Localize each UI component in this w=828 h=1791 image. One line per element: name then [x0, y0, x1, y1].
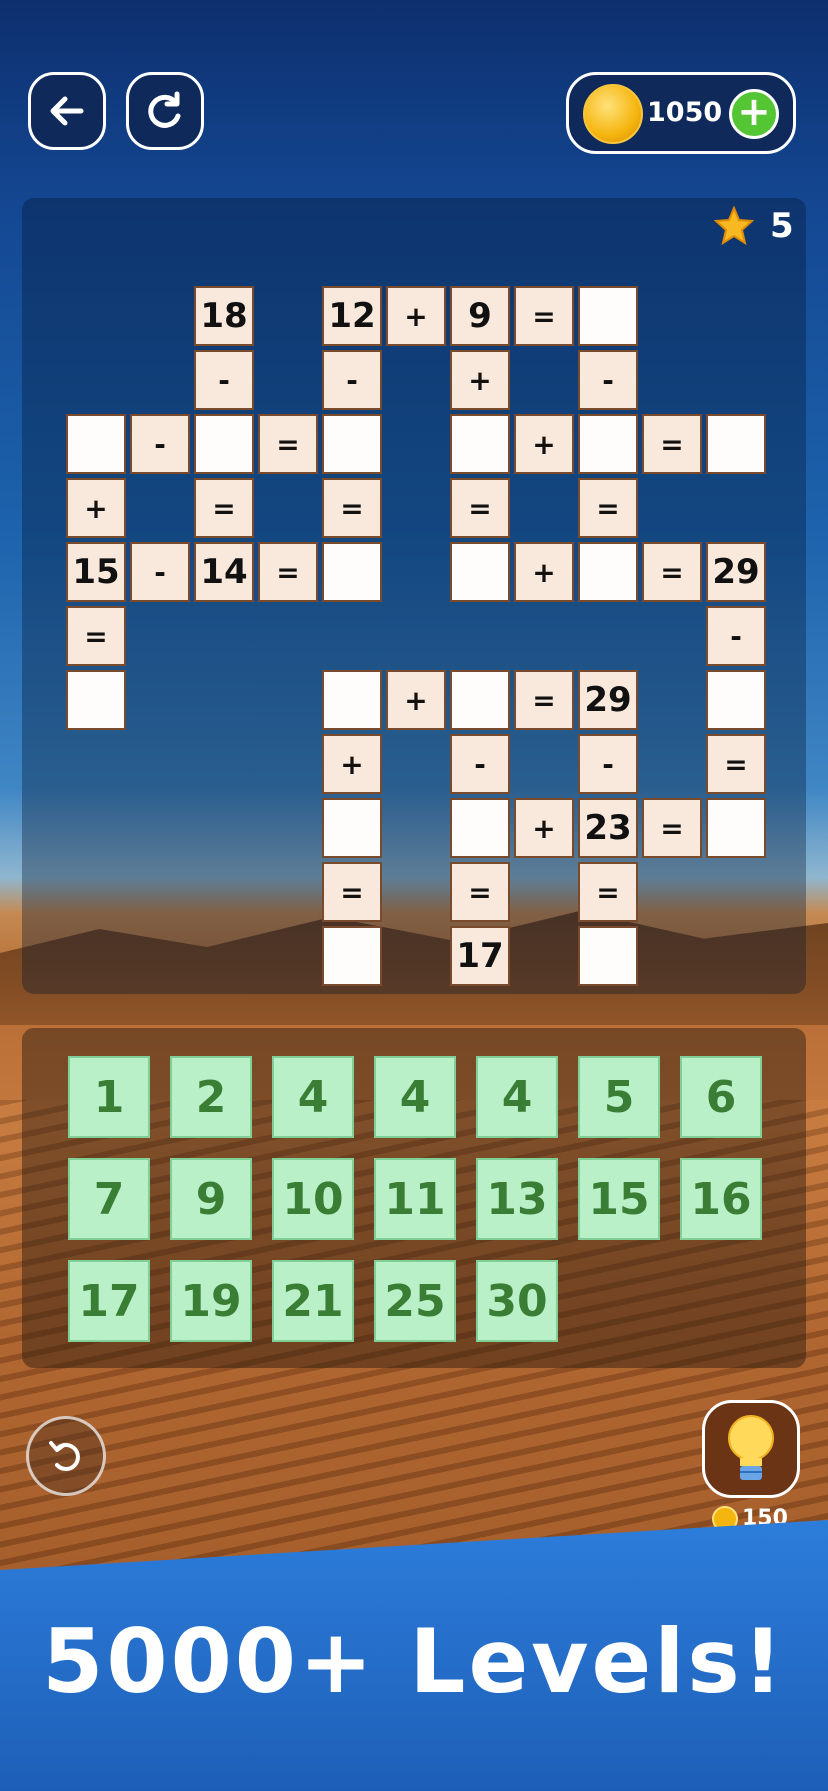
- grid-cell-number: 9: [450, 286, 510, 346]
- number-tile[interactable]: 4: [272, 1056, 354, 1138]
- number-tile[interactable]: 10: [272, 1158, 354, 1240]
- grid-cell-operator: =: [258, 542, 318, 602]
- number-tile[interactable]: 25: [374, 1260, 456, 1342]
- grid-cell-operator: =: [66, 606, 126, 666]
- grid-cell-operator: =: [642, 798, 702, 858]
- promo-banner-text: 5000+ Levels!: [42, 1610, 786, 1713]
- grid-cell-operator: +: [66, 478, 126, 538]
- grid-cell-empty[interactable]: [450, 414, 510, 474]
- grid-cell-empty[interactable]: [322, 926, 382, 986]
- undo-button[interactable]: [26, 1416, 106, 1496]
- number-tile[interactable]: 13: [476, 1158, 558, 1240]
- grid-cell-empty[interactable]: [578, 926, 638, 986]
- restart-icon: [148, 91, 181, 128]
- number-tile[interactable]: 1: [68, 1056, 150, 1138]
- coin-icon: [583, 84, 643, 144]
- grid-cell-empty[interactable]: [322, 798, 382, 858]
- star-icon: [714, 206, 754, 246]
- number-tile[interactable]: 2: [170, 1056, 252, 1138]
- grid-cell-operator: -: [578, 734, 638, 794]
- grid-cell-empty[interactable]: [578, 542, 638, 602]
- grid-cell-operator: -: [578, 350, 638, 410]
- grid-cell-operator: -: [706, 606, 766, 666]
- grid-cell-number: 12: [322, 286, 382, 346]
- grid-cell-operator: -: [130, 542, 190, 602]
- grid-cell-empty[interactable]: [322, 542, 382, 602]
- grid-cell-operator: -: [130, 414, 190, 474]
- undo-icon: [49, 1441, 80, 1471]
- grid-cell-empty[interactable]: [194, 414, 254, 474]
- grid-cell-empty[interactable]: [706, 798, 766, 858]
- grid-cell-empty[interactable]: [66, 670, 126, 730]
- grid-cell-empty[interactable]: [450, 798, 510, 858]
- grid-cell-operator: +: [514, 542, 574, 602]
- grid-cell-number: 15: [66, 542, 126, 602]
- grid-cell-operator: -: [450, 734, 510, 794]
- number-tile[interactable]: 19: [170, 1260, 252, 1342]
- grid-cell-operator: =: [642, 414, 702, 474]
- grid-cell-operator: +: [322, 734, 382, 794]
- grid-cell-operator: +: [386, 286, 446, 346]
- arrow-left-icon: [50, 96, 84, 126]
- number-tile[interactable]: 9: [170, 1158, 252, 1240]
- grid-cell-operator: =: [322, 862, 382, 922]
- add-coins-button[interactable]: +: [729, 89, 779, 139]
- grid-cell-operator: =: [450, 478, 510, 538]
- restart-button[interactable]: [126, 72, 204, 150]
- number-tile[interactable]: 7: [68, 1158, 150, 1240]
- number-tile[interactable]: 17: [68, 1260, 150, 1342]
- grid-cell-empty[interactable]: [322, 670, 382, 730]
- number-tile[interactable]: 5: [578, 1056, 660, 1138]
- grid-cell-number: 14: [194, 542, 254, 602]
- grid-cell-operator: +: [514, 798, 574, 858]
- grid-cell-number: 23: [578, 798, 638, 858]
- grid-cell-empty[interactable]: [706, 670, 766, 730]
- number-tile[interactable]: 16: [680, 1158, 762, 1240]
- grid-cell-empty[interactable]: [706, 414, 766, 474]
- grid-cell-empty[interactable]: [322, 414, 382, 474]
- grid-cell-empty[interactable]: [578, 414, 638, 474]
- grid-cell-empty[interactable]: [66, 414, 126, 474]
- lightbulb-icon: [728, 1415, 774, 1480]
- grid-cell-operator: =: [578, 862, 638, 922]
- grid-cell-operator: -: [194, 350, 254, 410]
- coin-balance: 1050 +: [566, 72, 796, 154]
- coin-count: 1050: [647, 97, 723, 128]
- stars-count: 5: [770, 206, 794, 246]
- grid-cell-operator: =: [514, 670, 574, 730]
- number-tile[interactable]: 4: [374, 1056, 456, 1138]
- grid-cell-operator: =: [706, 734, 766, 794]
- grid-cell-number: 29: [706, 542, 766, 602]
- grid-cell-operator: =: [514, 286, 574, 346]
- number-tile[interactable]: 6: [680, 1056, 762, 1138]
- grid-cell-operator: =: [642, 542, 702, 602]
- grid-cell-number: 18: [194, 286, 254, 346]
- hint-button[interactable]: [702, 1400, 800, 1498]
- grid-cell-number: 17: [450, 926, 510, 986]
- grid-cell-operator: =: [194, 478, 254, 538]
- grid-cell-operator: =: [578, 478, 638, 538]
- grid-cell-operator: -: [322, 350, 382, 410]
- back-button[interactable]: [28, 72, 106, 150]
- grid-cell-operator: +: [514, 414, 574, 474]
- number-tile[interactable]: 15: [578, 1158, 660, 1240]
- number-tile[interactable]: 11: [374, 1158, 456, 1240]
- grid-cell-operator: +: [386, 670, 446, 730]
- grid-cell-operator: +: [450, 350, 510, 410]
- number-tile[interactable]: 4: [476, 1056, 558, 1138]
- grid-cell-operator: =: [450, 862, 510, 922]
- grid-cell-empty[interactable]: [450, 542, 510, 602]
- grid-cell-empty[interactable]: [450, 670, 510, 730]
- grid-cell-number: 29: [578, 670, 638, 730]
- number-tile[interactable]: 21: [272, 1260, 354, 1342]
- grid-cell-empty[interactable]: [578, 286, 638, 346]
- grid-cell-operator: =: [258, 414, 318, 474]
- number-tile[interactable]: 30: [476, 1260, 558, 1342]
- grid-cell-operator: =: [322, 478, 382, 538]
